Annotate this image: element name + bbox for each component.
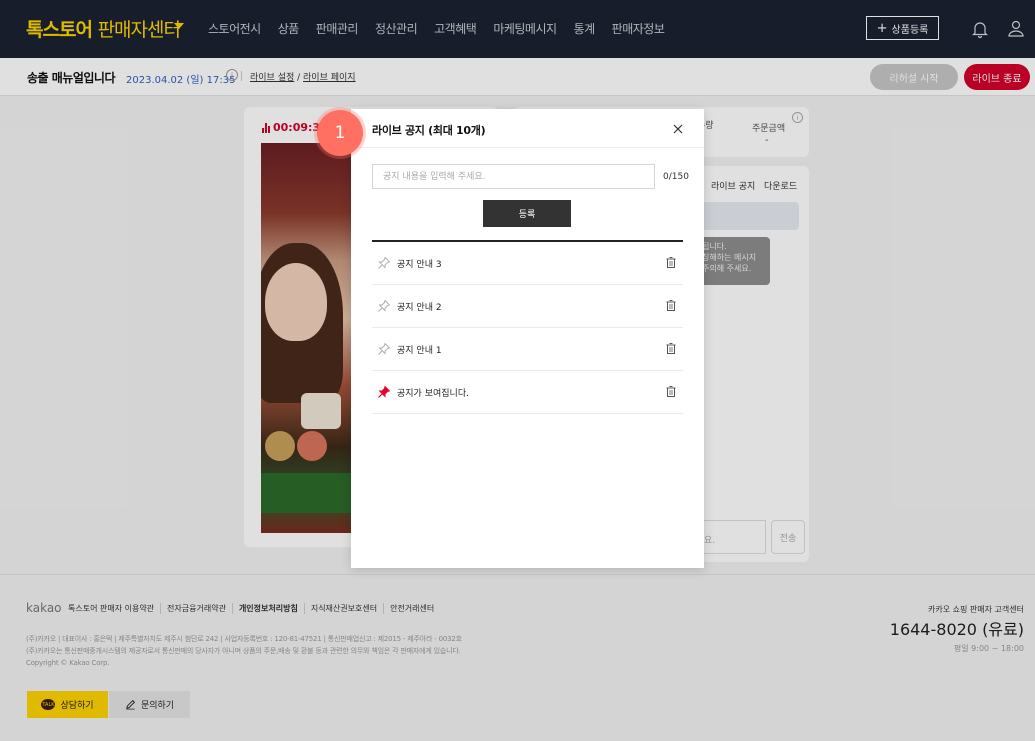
live-notice-modal: 라이브 공지 (최대 10개) 0/150 등록 공지 안내 3 공지 안내 2 [351, 109, 704, 568]
modal-title: 라이브 공지 (최대 10개) [372, 124, 486, 137]
close-icon[interactable] [670, 121, 686, 137]
notice-input[interactable] [372, 164, 655, 189]
trash-icon[interactable] [665, 385, 677, 398]
pin-outline-icon[interactable] [377, 342, 391, 356]
register-notice-button[interactable]: 등록 [483, 200, 571, 227]
char-counter: 0/150 [663, 172, 689, 182]
notice-text: 공지 안내 3 [397, 260, 442, 270]
notice-item-pinned: 공지가 보여집니다. [372, 371, 683, 414]
trash-icon[interactable] [665, 256, 677, 269]
pin-filled-icon[interactable] [377, 385, 391, 399]
pin-outline-icon[interactable] [377, 299, 391, 313]
notice-item: 공지 안내 3 [372, 242, 683, 285]
trash-icon[interactable] [665, 299, 677, 312]
step-badge: 1 [317, 110, 363, 156]
trash-icon[interactable] [665, 342, 677, 355]
notice-text: 공지가 보여집니다. [397, 389, 469, 399]
notice-item: 공지 안내 1 [372, 328, 683, 371]
notice-text: 공지 안내 1 [397, 346, 442, 356]
notice-text: 공지 안내 2 [397, 303, 442, 313]
modal-divider [351, 147, 704, 148]
notice-item: 공지 안내 2 [372, 285, 683, 328]
pin-outline-icon[interactable] [377, 256, 391, 270]
